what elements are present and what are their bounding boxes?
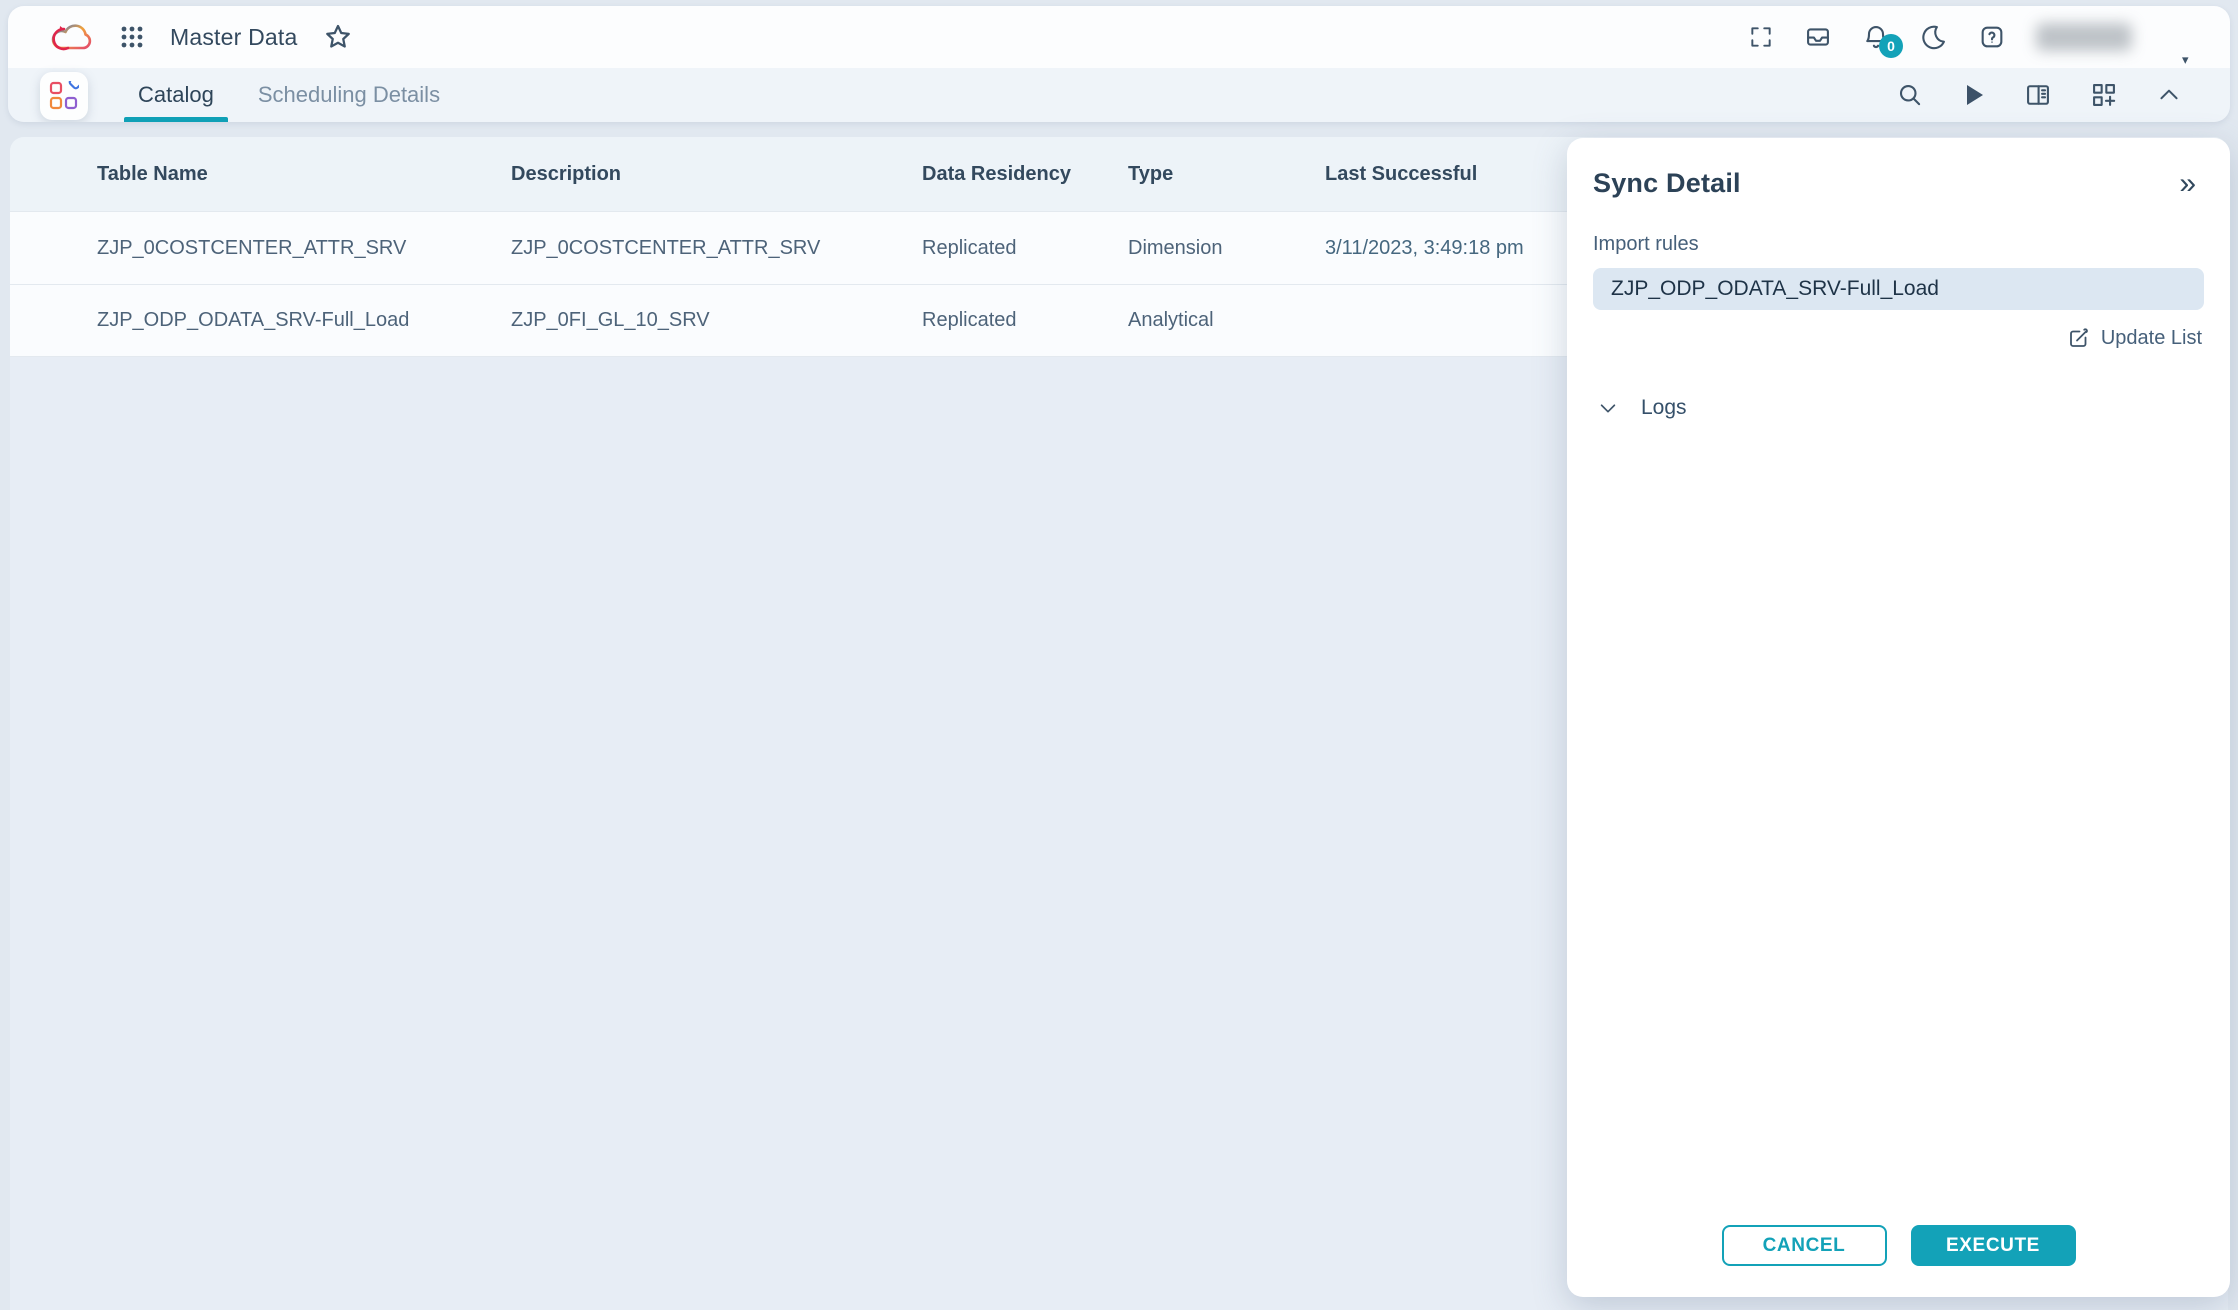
avatar[interactable]: ▾ [2162,12,2212,62]
column-header-type[interactable]: Type [1128,163,1325,186]
inbox-icon[interactable] [1804,23,1832,51]
add-widget-icon[interactable] [2090,81,2118,109]
cancel-button[interactable]: CANCEL [1722,1225,1887,1266]
cell-type: Dimension [1128,237,1325,260]
notifications-bell-icon[interactable]: 0 [1862,23,1890,51]
column-header-table-name[interactable]: Table Name [97,163,511,186]
panel-title: Sync Detail [1593,168,1741,199]
import-rules-input[interactable] [1593,268,2204,310]
app-tile-button[interactable] [40,72,88,120]
tab-scheduling-details[interactable]: Scheduling Details [236,68,462,122]
tenant-name-redacted [2036,23,2132,51]
tab-bar: Catalog Scheduling Details [8,68,2230,122]
avatar-caret-icon: ▾ [2182,52,2189,68]
cell-table-name: ZJP_ODP_ODATA_SRV-Full_Load [97,309,511,332]
tab-scheduling-details-label: Scheduling Details [258,82,440,108]
cell-table-name: ZJP_0COSTCENTER_ATTR_SRV [97,237,511,260]
tab-catalog[interactable]: Catalog [116,68,236,122]
chevron-down-icon [1597,397,1619,419]
update-list-button[interactable]: Update List [1593,326,2202,350]
logs-section-toggle[interactable]: Logs [1597,396,2204,420]
update-list-label: Update List [2101,327,2202,350]
panel-empty-area [1567,420,2230,1225]
run-play-icon[interactable] [1962,82,1986,108]
cell-data-residency: Replicated [922,309,1128,332]
collapse-chevron-up-icon[interactable] [2156,82,2182,108]
shell-card: Master Data [8,6,2230,122]
cell-type: Analytical [1128,309,1325,332]
page-title: Master Data [170,24,297,51]
cell-description: ZJP_0COSTCENTER_ATTR_SRV [511,237,922,260]
search-icon[interactable] [1896,81,1924,109]
execute-button[interactable]: EXECUTE [1911,1225,2076,1266]
shell-bar: Master Data [8,6,2230,68]
tabs: Catalog Scheduling Details [116,68,462,122]
favorite-star-icon[interactable] [323,22,353,52]
import-rules-label: Import rules [1593,233,2204,256]
panel-collapse-icon[interactable]: » [2179,169,2196,199]
logs-label: Logs [1641,396,1687,420]
help-icon[interactable] [1978,23,2006,51]
sync-detail-panel: Sync Detail » Import rules Update List L… [1567,138,2230,1297]
app-grid-icon[interactable] [120,25,144,49]
column-header-data-residency[interactable]: Data Residency [922,163,1128,186]
dark-mode-moon-icon[interactable] [1920,23,1948,51]
notification-count-badge: 0 [1879,34,1903,58]
edit-icon [2067,326,2091,350]
side-panel-icon[interactable] [2024,81,2052,109]
fullscreen-icon[interactable] [1748,24,1774,50]
cell-description: ZJP_0FI_GL_10_SRV [511,309,922,332]
cloud-logo-icon[interactable] [48,19,94,55]
cell-data-residency: Replicated [922,237,1128,260]
column-header-description[interactable]: Description [511,163,922,186]
tab-catalog-label: Catalog [138,82,214,108]
